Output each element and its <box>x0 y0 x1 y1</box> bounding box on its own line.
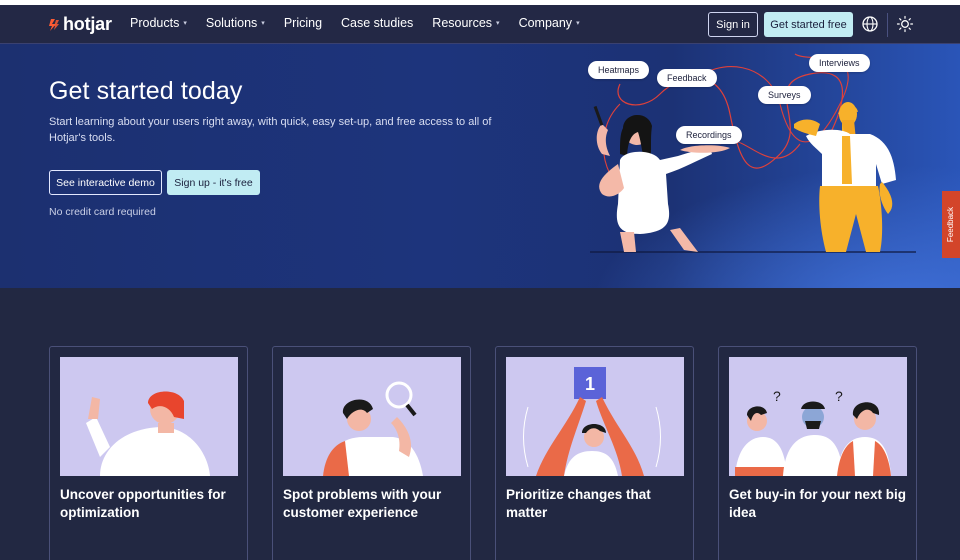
group-people-illustration: ? ? <box>735 388 891 476</box>
sign-in-button[interactable]: Sign in <box>708 12 758 37</box>
menu-company[interactable]: Company ▾ <box>519 16 580 30</box>
chevron-down-icon: ▾ <box>183 20 187 27</box>
menu-label: Company <box>518 16 573 30</box>
card-title: Uncover opportunities for optimization <box>60 487 226 520</box>
card-uncover-opportunities[interactable]: Uncover opportunities for optimization <box>49 346 248 560</box>
hero-illustration-graphic <box>590 53 916 253</box>
priority-badge: 1 <box>585 374 596 394</box>
card-illustration <box>60 357 238 476</box>
nav-divider <box>887 13 888 37</box>
menu-pricing[interactable]: Pricing <box>284 16 322 30</box>
pill-interviews: Interviews <box>809 54 870 72</box>
menu-solutions[interactable]: Solutions ▾ <box>206 16 265 30</box>
card-illustration: ? ? <box>729 357 907 476</box>
top-nav: hotjar Products ▾ Solutions ▾ Pricing Case… <box>0 5 960 44</box>
hero-title: Get started today <box>49 77 243 105</box>
card-prioritize-changes[interactable]: 1 Prioritize changes that matter <box>495 346 694 560</box>
get-started-free-button[interactable]: Get started free <box>764 12 853 37</box>
card-title: Spot problems with your customer experie… <box>283 487 442 520</box>
feedback-tab[interactable]: Feedback <box>942 191 960 258</box>
card-title: Get buy-in for your next big idea <box>729 487 907 520</box>
hero-subtitle: Start learning about your users right aw… <box>49 116 492 144</box>
hero-illustration: Heatmaps Feedback Recordings Surveys Int… <box>580 44 940 288</box>
pill-heatmaps: Heatmaps <box>588 61 650 79</box>
menu-label: Products <box>130 16 180 30</box>
logo-text: hotjar <box>63 14 112 34</box>
no-credit-card-note: No credit card required <box>49 206 156 218</box>
hotjar-flame-icon <box>49 18 59 31</box>
chevron-down-icon: ▾ <box>261 20 265 27</box>
card-illustration: 1 <box>506 357 684 476</box>
menu-label: Case studies <box>341 16 414 30</box>
hero-section: Get started today Start learning about y… <box>0 44 960 288</box>
chevron-down-icon: ▾ <box>576 20 580 27</box>
main-menu: Products ▾ Solutions ▾ Pricing Case studie… <box>130 16 599 30</box>
interactive-demo-button[interactable]: See interactive demo <box>49 170 162 195</box>
menu-resources[interactable]: Resources ▾ <box>432 16 499 30</box>
svg-text:?: ? <box>835 388 843 404</box>
card-illustration <box>283 357 461 476</box>
menu-products[interactable]: Products ▾ <box>130 16 187 30</box>
page: hotjar Products ▾ Solutions ▾ Pricing Case… <box>0 0 960 560</box>
magnifier-person-illustration <box>323 381 423 476</box>
menu-label: Resources <box>432 16 493 30</box>
globe-icon[interactable] <box>861 15 879 33</box>
pointing-person-illustration <box>86 391 210 476</box>
chevron-down-icon: ▾ <box>496 20 500 27</box>
card-title: Prioritize changes that matter <box>506 487 651 520</box>
sign-up-button[interactable]: Sign up - it's free <box>167 170 260 195</box>
menu-case-studies[interactable]: Case studies <box>341 16 413 30</box>
hotjar-logo[interactable]: hotjar <box>48 14 112 35</box>
svg-text:?: ? <box>773 388 781 404</box>
menu-label: Solutions <box>205 16 258 30</box>
pill-feedback: Feedback <box>657 69 717 87</box>
card-get-buy-in[interactable]: ? ? Get buy-in for your next big idea <box>718 346 917 560</box>
sun-icon[interactable] <box>896 15 914 33</box>
card-spot-problems[interactable]: Spot problems with your customer experie… <box>272 346 471 560</box>
menu-label: Pricing <box>283 16 323 30</box>
feedback-tab-label: Feedback <box>946 206 956 243</box>
pill-recordings: Recordings <box>676 126 742 144</box>
pill-surveys: Surveys <box>758 86 811 104</box>
